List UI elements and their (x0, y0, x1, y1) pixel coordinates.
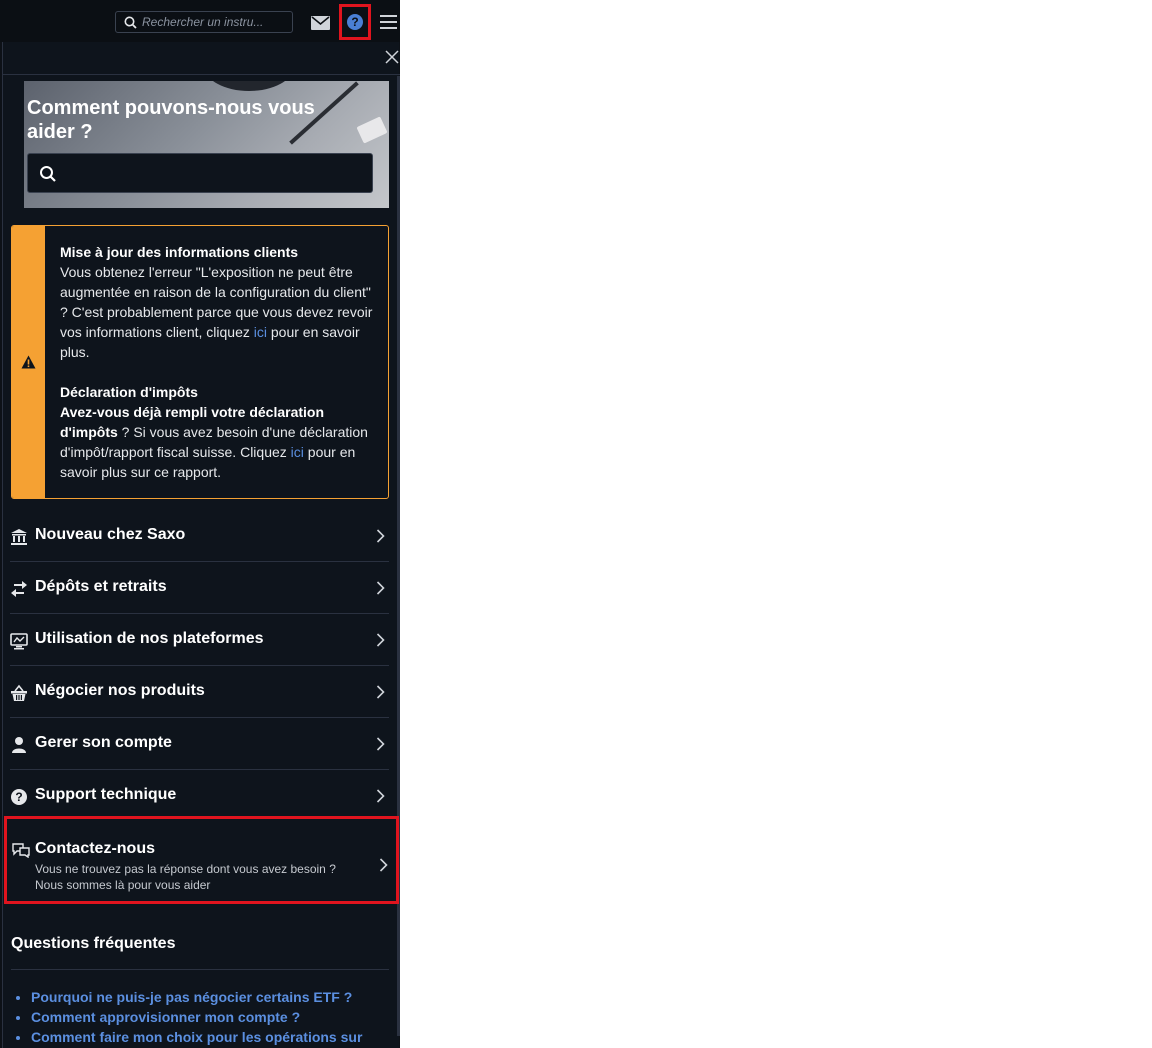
menu-item-label: Gerer son compte (35, 734, 172, 751)
hamburger-menu-icon[interactable] (380, 15, 397, 29)
contact-us-sub2: Nous sommes là pour vous aider (35, 878, 211, 892)
chevron-right-icon (376, 581, 385, 595)
user-icon (12, 737, 26, 753)
faq-divider (11, 969, 389, 970)
help-search[interactable] (27, 153, 373, 193)
alert-link-update[interactable]: ici (254, 324, 267, 340)
warning-icon (21, 355, 36, 369)
alert-stripe (12, 226, 45, 498)
menu-item-label: Négocier nos produits (35, 682, 205, 699)
chevron-right-icon (376, 789, 385, 803)
alert-link-tax[interactable]: ici (291, 444, 304, 460)
alert-title-tax: Déclaration d'impôts (60, 384, 198, 400)
bank-icon (11, 529, 27, 545)
panel-header (3, 42, 400, 75)
faq-item: Comment faire mon choix pour les opérati… (31, 1027, 400, 1047)
contact-us-item[interactable]: Contactez-nous Vous ne trouvez pas la ré… (4, 816, 399, 904)
help-button[interactable]: ? (339, 4, 371, 40)
svg-text:?: ? (15, 790, 22, 804)
question-icon: ? (11, 789, 27, 805)
top-bar: ? (0, 0, 400, 42)
hero-decoration (204, 81, 294, 91)
info-alert: Mise à jour des informations clients Vou… (11, 225, 389, 499)
faq-link[interactable]: Comment approvisionner mon compte ? (31, 1009, 300, 1025)
transfer-icon (11, 581, 27, 597)
faq-item: Pourquoi ne puis-je pas négocier certain… (31, 987, 400, 1007)
alert-body: Mise à jour des informations clients Vou… (60, 242, 375, 482)
mail-icon[interactable] (311, 16, 330, 30)
contact-us-label: Contactez-nous (35, 840, 155, 857)
menu-item-label: Support technique (35, 786, 177, 803)
menu-item-support[interactable]: ? Support technique (10, 770, 389, 821)
menu-item-new-to-saxo[interactable]: Nouveau chez Saxo (10, 510, 389, 562)
faq-link[interactable]: Comment faire mon choix pour les opérati… (31, 1029, 362, 1045)
faq-link[interactable]: Pourquoi ne puis-je pas négocier certain… (31, 989, 352, 1005)
help-menu: Nouveau chez Saxo Dépôts et retraits Uti… (10, 510, 389, 821)
search-icon (124, 16, 137, 29)
search-icon (40, 166, 56, 182)
close-icon[interactable] (385, 50, 399, 64)
faq-title: Questions fréquentes (11, 935, 176, 952)
monitor-icon (10, 633, 28, 650)
contact-us-subtitle: Vous ne trouvez pas la réponse dont vous… (35, 861, 365, 893)
menu-item-platforms[interactable]: Utilisation de nos plateformes (10, 614, 389, 666)
menu-item-label: Utilisation de nos plateformes (35, 630, 264, 647)
chevron-right-icon (376, 685, 385, 699)
chevron-right-icon (376, 737, 385, 751)
instrument-search-input[interactable] (142, 14, 290, 30)
instrument-search[interactable] (115, 11, 293, 33)
contact-us-sub1: Vous ne trouvez pas la réponse dont vous… (35, 862, 336, 876)
chat-icon (12, 843, 30, 858)
help-hero: Comment pouvons-nous vous aider ? (24, 81, 389, 208)
faq-list: Pourquoi ne puis-je pas négocier certain… (15, 987, 400, 1047)
menu-item-products[interactable]: Négocier nos produits (10, 666, 389, 718)
alert-title-update: Mise à jour des informations clients (60, 244, 299, 260)
menu-item-account[interactable]: Gerer son compte (10, 718, 389, 770)
app-window: ? Comment pouvons-nous vous aider ? Mise… (0, 0, 400, 1048)
chevron-right-icon (376, 633, 385, 647)
menu-item-label: Nouveau chez Saxo (35, 526, 186, 543)
help-icon: ? (347, 14, 363, 30)
help-search-input[interactable] (68, 164, 362, 184)
chevron-right-icon (376, 529, 385, 543)
menu-item-label: Dépôts et retraits (35, 578, 167, 595)
basket-icon (11, 684, 27, 701)
menu-item-deposits[interactable]: Dépôts et retraits (10, 562, 389, 614)
hero-eraser-image (356, 116, 388, 144)
faq-item: Comment approvisionner mon compte ? (31, 1007, 400, 1027)
chevron-right-icon (379, 858, 388, 872)
hero-title: Comment pouvons-nous vous aider ? (27, 97, 315, 143)
